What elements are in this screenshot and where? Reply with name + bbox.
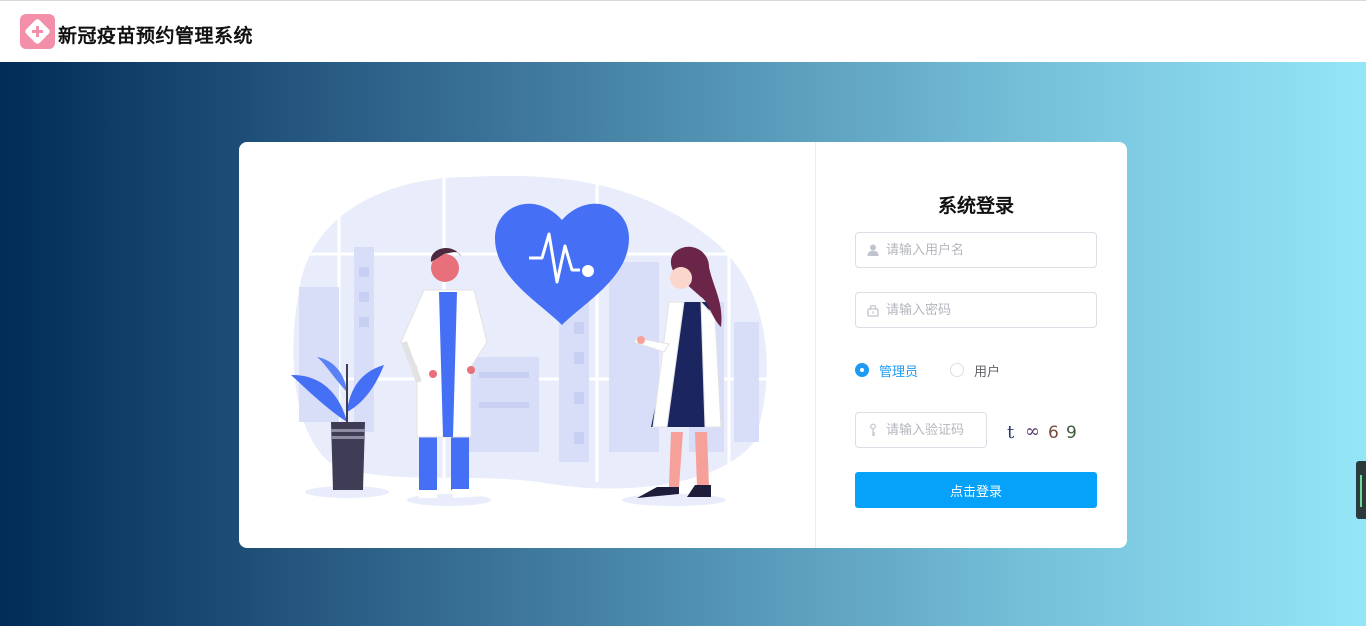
doctors-heart-illustration [291,175,769,506]
radio-dot[interactable] [855,363,869,377]
app-title: 新冠疫苗预约管理系统 [58,25,254,47]
handle-indicator [1360,475,1362,507]
key-icon [870,423,876,436]
captcha-field[interactable] [855,412,987,448]
user-icon [867,244,879,256]
top-header: 新冠疫苗预约管理系统 [0,0,1366,62]
captcha-input[interactable] [886,413,980,447]
password-input[interactable] [886,293,1090,327]
role-radio-user[interactable]: 用户 [950,360,1000,380]
role-selector: 管理员 用户 [855,360,1097,380]
captcha-char: 6 [1048,423,1059,443]
username-field[interactable] [855,232,1097,268]
password-field[interactable] [855,292,1097,328]
username-input[interactable] [886,233,1090,267]
side-scroll-handle[interactable] [1356,461,1366,519]
role-radio-admin[interactable]: 管理员 [855,360,918,380]
app-logo [20,14,55,49]
captcha-char: t [1007,422,1015,443]
captcha-char: 9 [1066,423,1077,443]
login-card: 系统登录 管理员 用户 [239,142,1127,548]
radio-dot[interactable] [950,363,964,377]
captcha-char: ∞ [1025,421,1040,442]
login-button[interactable]: 点击登录 [855,472,1097,508]
medical-cross-icon [32,26,43,37]
captcha-image[interactable]: t ∞ 6 9 [1001,416,1091,446]
login-background: 系统登录 管理员 用户 [0,62,1366,626]
role-label-user: 用户 [974,364,1001,380]
lock-icon [867,305,879,317]
panel-divider [815,142,816,548]
login-title: 系统登录 [937,195,1014,217]
role-label-admin: 管理员 [879,364,919,380]
